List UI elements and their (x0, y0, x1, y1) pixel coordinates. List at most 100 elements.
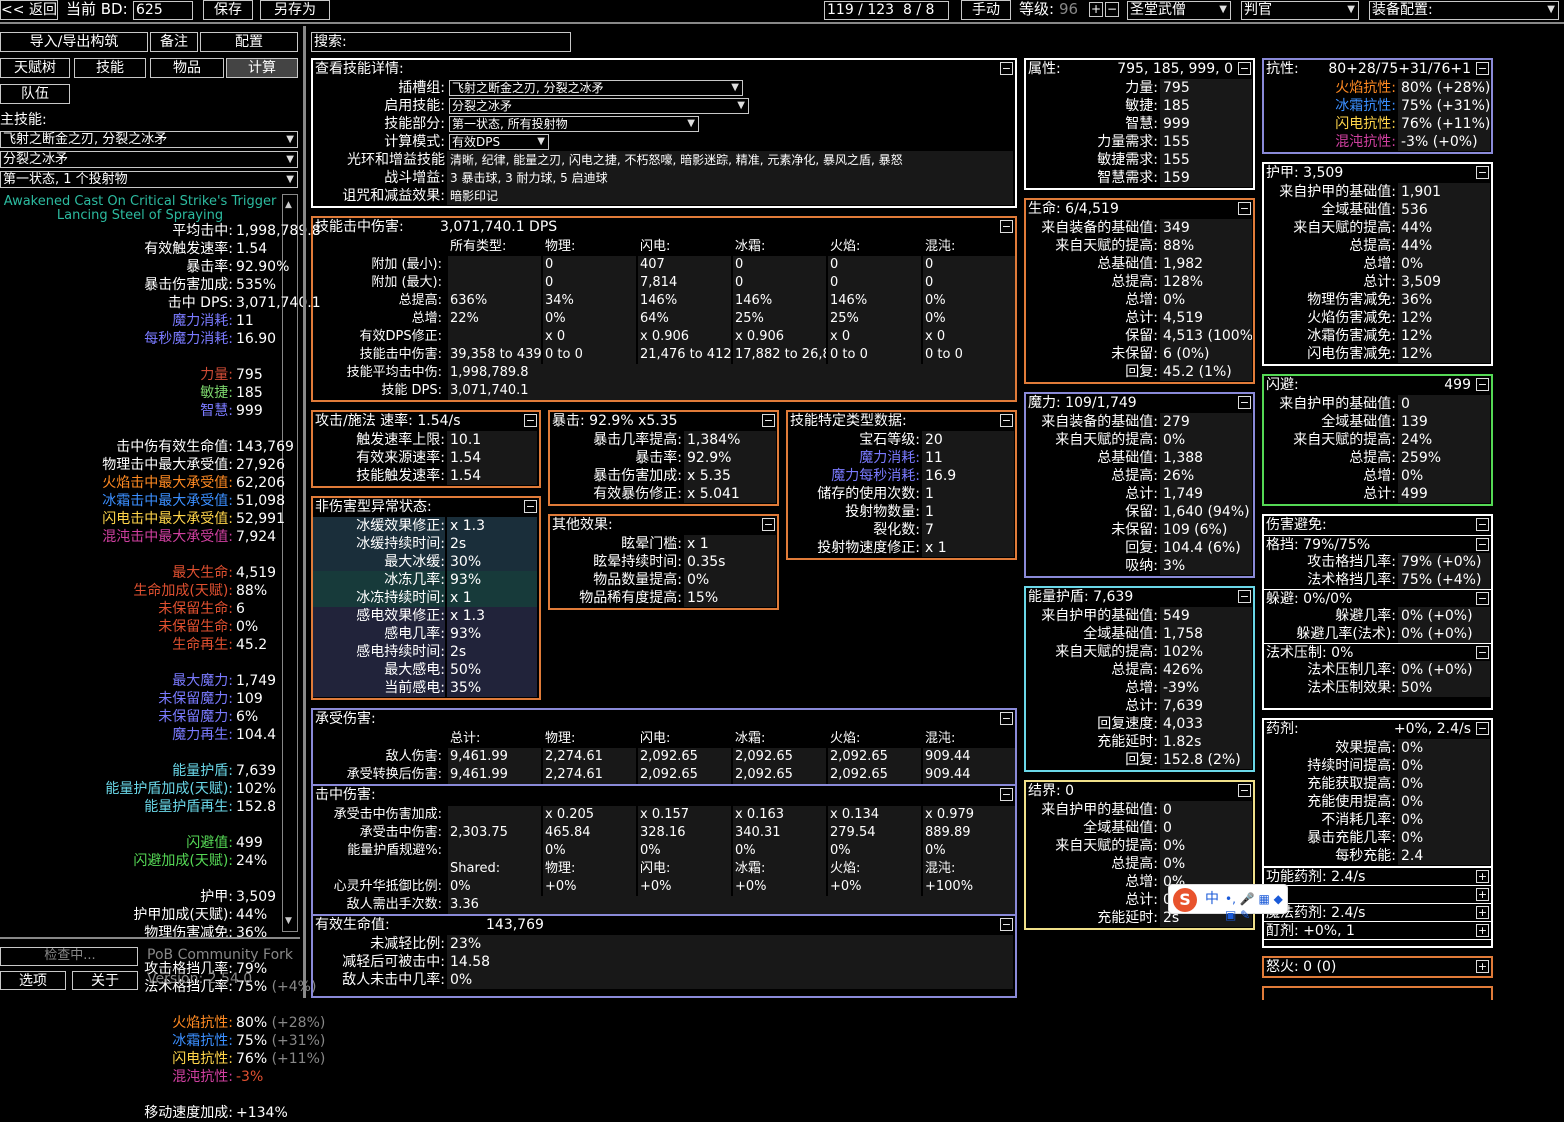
expand-icon[interactable]: + (1476, 906, 1489, 919)
collapse-icon[interactable]: − (1238, 202, 1251, 215)
detail-row: 插槽组: 飞射之断金之刃, 分裂之冰矛 ▼ (313, 79, 1015, 97)
section-header[interactable]: 技能击中伤害: (313, 218, 1015, 237)
bd-name-input[interactable]: 625 (133, 1, 193, 20)
block-header[interactable]: 格挡: 79%/75% − (1264, 535, 1491, 553)
table-cell: 2,303.75 (448, 824, 541, 842)
section-header[interactable]: 抗性: 80+28/75+31/76+1 (1264, 60, 1491, 79)
section-header[interactable]: 怒火: 0 (0) (1264, 958, 1491, 976)
suppress-header[interactable]: 法术压制: 0% − (1264, 643, 1491, 661)
collapsed-section-header[interactable]: /s+ (1264, 886, 1491, 904)
tab-items[interactable]: 物品 (150, 58, 224, 78)
section-header[interactable]: 暴击: 92.9% x5.35 (550, 412, 777, 431)
row-label: 储存的使用次数: (817, 486, 920, 502)
party-button[interactable]: 队伍 (0, 84, 70, 104)
ascendancy-select[interactable]: 判官 ▼ (1241, 1, 1359, 20)
save-button[interactable]: 保存 (203, 0, 253, 20)
section-header[interactable]: 闪避: 499 (1264, 376, 1491, 395)
row-label: 总计: (1125, 486, 1158, 502)
tab-skills[interactable]: 技能 (74, 58, 146, 78)
section-header[interactable]: 魔力: 109/1,749 (1026, 394, 1253, 413)
section-header[interactable]: 能量护盾: 7,639 (1026, 588, 1253, 607)
item-config-select[interactable]: 装备配置: ▼ (1369, 1, 1559, 20)
save-as-button[interactable]: 另存为 (260, 0, 330, 20)
import-export-button[interactable]: 导入/导出构筑 (0, 32, 148, 52)
section-header[interactable]: 生命: 6/4,519 (1026, 200, 1253, 219)
section-header[interactable]: 护甲: 3,509 (1264, 164, 1491, 183)
section-header[interactable]: 攻击/施法 速率: 1.54/s (313, 412, 539, 431)
collapse-icon[interactable]: − (1476, 538, 1489, 551)
expand-icon[interactable]: + (1476, 888, 1489, 901)
collapse-icon[interactable]: − (1476, 62, 1489, 75)
detail-select[interactable]: 第一状态, 所有投射物 ▼ (449, 116, 699, 132)
back-button[interactable]: << 返回 (0, 0, 58, 20)
expand-icon[interactable]: + (1476, 870, 1489, 883)
section-header[interactable]: 技能特定类型数据: (788, 412, 1015, 431)
expand-icon[interactable]: + (1476, 924, 1489, 937)
collapse-icon[interactable]: − (762, 518, 775, 531)
collapse-icon[interactable]: − (1476, 722, 1489, 735)
section-header[interactable]: 承受伤害: (313, 710, 1015, 729)
expand-icon[interactable]: + (1476, 960, 1489, 973)
collapse-icon[interactable]: − (524, 500, 537, 513)
collapsed-section-header[interactable]: 酊剂: +0%, 1 + (1264, 922, 1491, 940)
skill-select[interactable]: 分裂之冰矛 ▼ (0, 151, 298, 168)
collapse-icon[interactable]: − (1238, 62, 1251, 75)
level-minus-button[interactable]: − (1105, 2, 1119, 17)
section-header[interactable]: 伤害避免: (1264, 516, 1491, 535)
collapse-icon[interactable]: − (1238, 396, 1251, 409)
collapse-icon[interactable]: − (1476, 166, 1489, 179)
config-button[interactable]: 配置 (200, 32, 298, 52)
update-check-button[interactable]: 检查中... (0, 947, 138, 966)
search-input[interactable]: 搜索: (311, 32, 571, 52)
ime-tools-icon[interactable]: •, 🎤 ▦ ◆ ▣ ✎ (1225, 891, 1287, 923)
collapse-icon[interactable]: − (762, 414, 775, 427)
ime-logo-icon[interactable]: S (1173, 888, 1197, 912)
collapse-icon[interactable]: − (1476, 378, 1489, 391)
section-header[interactable]: 有效生命值: (313, 916, 1015, 935)
skill-part-select[interactable]: 第一状态, 1 个投射物 ▼ (0, 171, 298, 188)
collapse-icon[interactable]: − (1000, 918, 1013, 931)
collapse-icon[interactable]: − (1476, 518, 1489, 531)
section-header[interactable]: 查看技能详情: (313, 60, 1015, 79)
detail-select[interactable]: 分裂之冰矛 ▼ (449, 98, 749, 114)
tab-calcs[interactable]: 计算 (226, 58, 298, 78)
collapse-icon[interactable]: − (1000, 712, 1013, 725)
detail-select[interactable]: 飞射之断金之刃, 分裂之冰矛 ▼ (449, 80, 743, 96)
collapse-icon[interactable]: − (1238, 784, 1251, 797)
sub-title: 格挡: 79%/75% (1266, 537, 1371, 553)
collapse-icon[interactable]: − (1476, 592, 1489, 605)
skill-group-select[interactable]: 飞射之断金之刃, 分裂之冰矛 ▼ (0, 131, 298, 148)
collapse-icon[interactable]: − (1476, 646, 1489, 659)
collapse-icon[interactable]: − (1000, 788, 1013, 801)
scroll-down-icon[interactable]: ▼ (285, 913, 292, 929)
ime-mode-label[interactable]: 中 (1205, 891, 1219, 907)
section-header[interactable]: 其他效果: (550, 516, 777, 535)
section-header[interactable]: 结界: 0 (1026, 782, 1253, 801)
section-header[interactable]: 击中伤害: (313, 786, 1015, 805)
tab-tree[interactable]: 天赋树 (0, 58, 70, 78)
collapse-icon[interactable]: − (1000, 414, 1013, 427)
section-header[interactable]: 属性: 795, 185, 999, 0 (1026, 60, 1253, 79)
section-header[interactable]: 非伤害型异常状态: (313, 498, 539, 517)
collapse-icon[interactable]: − (1000, 220, 1013, 233)
options-button[interactable]: 选项 (0, 971, 66, 990)
top-divider (0, 22, 1564, 24)
notes-button[interactable]: 备注 (150, 32, 198, 52)
table-cell: +0% (638, 878, 731, 896)
collapse-icon[interactable]: − (1238, 590, 1251, 603)
about-button[interactable]: 关于 (72, 971, 138, 990)
level-plus-button[interactable]: + (1089, 2, 1103, 17)
collapse-icon[interactable]: − (1000, 62, 1013, 75)
collapsed-section-header[interactable]: 功能药剂: 2.4/s + (1264, 868, 1491, 886)
section-header[interactable]: 药剂: +0%, 2.4/s (1264, 720, 1491, 739)
class-select[interactable]: 圣堂武僧 ▼ (1127, 1, 1231, 20)
level-value[interactable]: 96 (1059, 1, 1078, 17)
detail-select[interactable]: 有效DPS ▼ (449, 134, 549, 150)
collapsed-section-header[interactable]: 魔法药剂: 2.4/s + (1264, 904, 1491, 922)
mode-button[interactable]: 手动 (961, 0, 1011, 20)
scroll-up-icon[interactable]: ▲ (285, 197, 292, 213)
ime-toolbar[interactable]: S 中 •, 🎤 ▦ ◆ ▣ ✎ (1168, 884, 1288, 922)
collapse-icon[interactable]: − (524, 414, 537, 427)
dodge-header[interactable]: 躲避: 0%/0% − (1264, 589, 1491, 607)
